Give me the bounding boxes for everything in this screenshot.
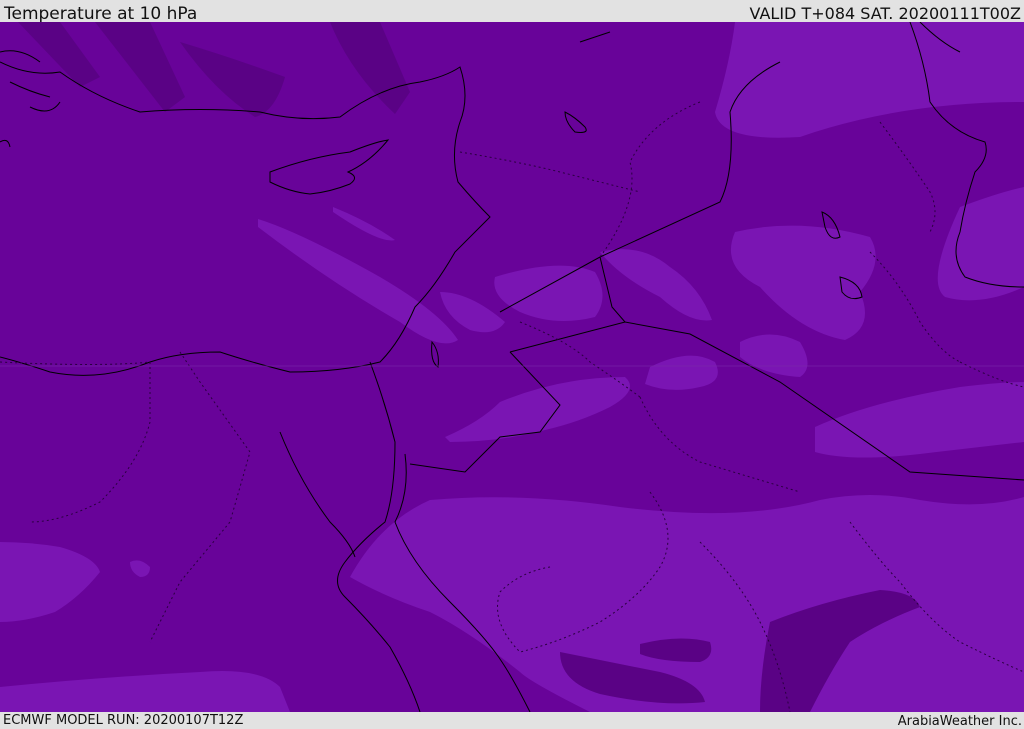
model-run-label: ECMWF MODEL RUN: 20200107T12Z xyxy=(3,713,244,728)
valid-time: VALID T+084 SAT. 20200111T00Z xyxy=(749,4,1021,23)
temperature-map[interactable] xyxy=(0,22,1024,712)
footer-bar: ECMWF MODEL RUN: 20200107T12Z ArabiaWeat… xyxy=(0,712,1024,729)
header-bar: Temperature at 10 hPa VALID T+084 SAT. 2… xyxy=(0,0,1024,24)
map-title: Temperature at 10 hPa xyxy=(4,4,198,24)
credit-label: ArabiaWeather Inc. xyxy=(897,714,1022,729)
map-canvas xyxy=(0,22,1024,712)
